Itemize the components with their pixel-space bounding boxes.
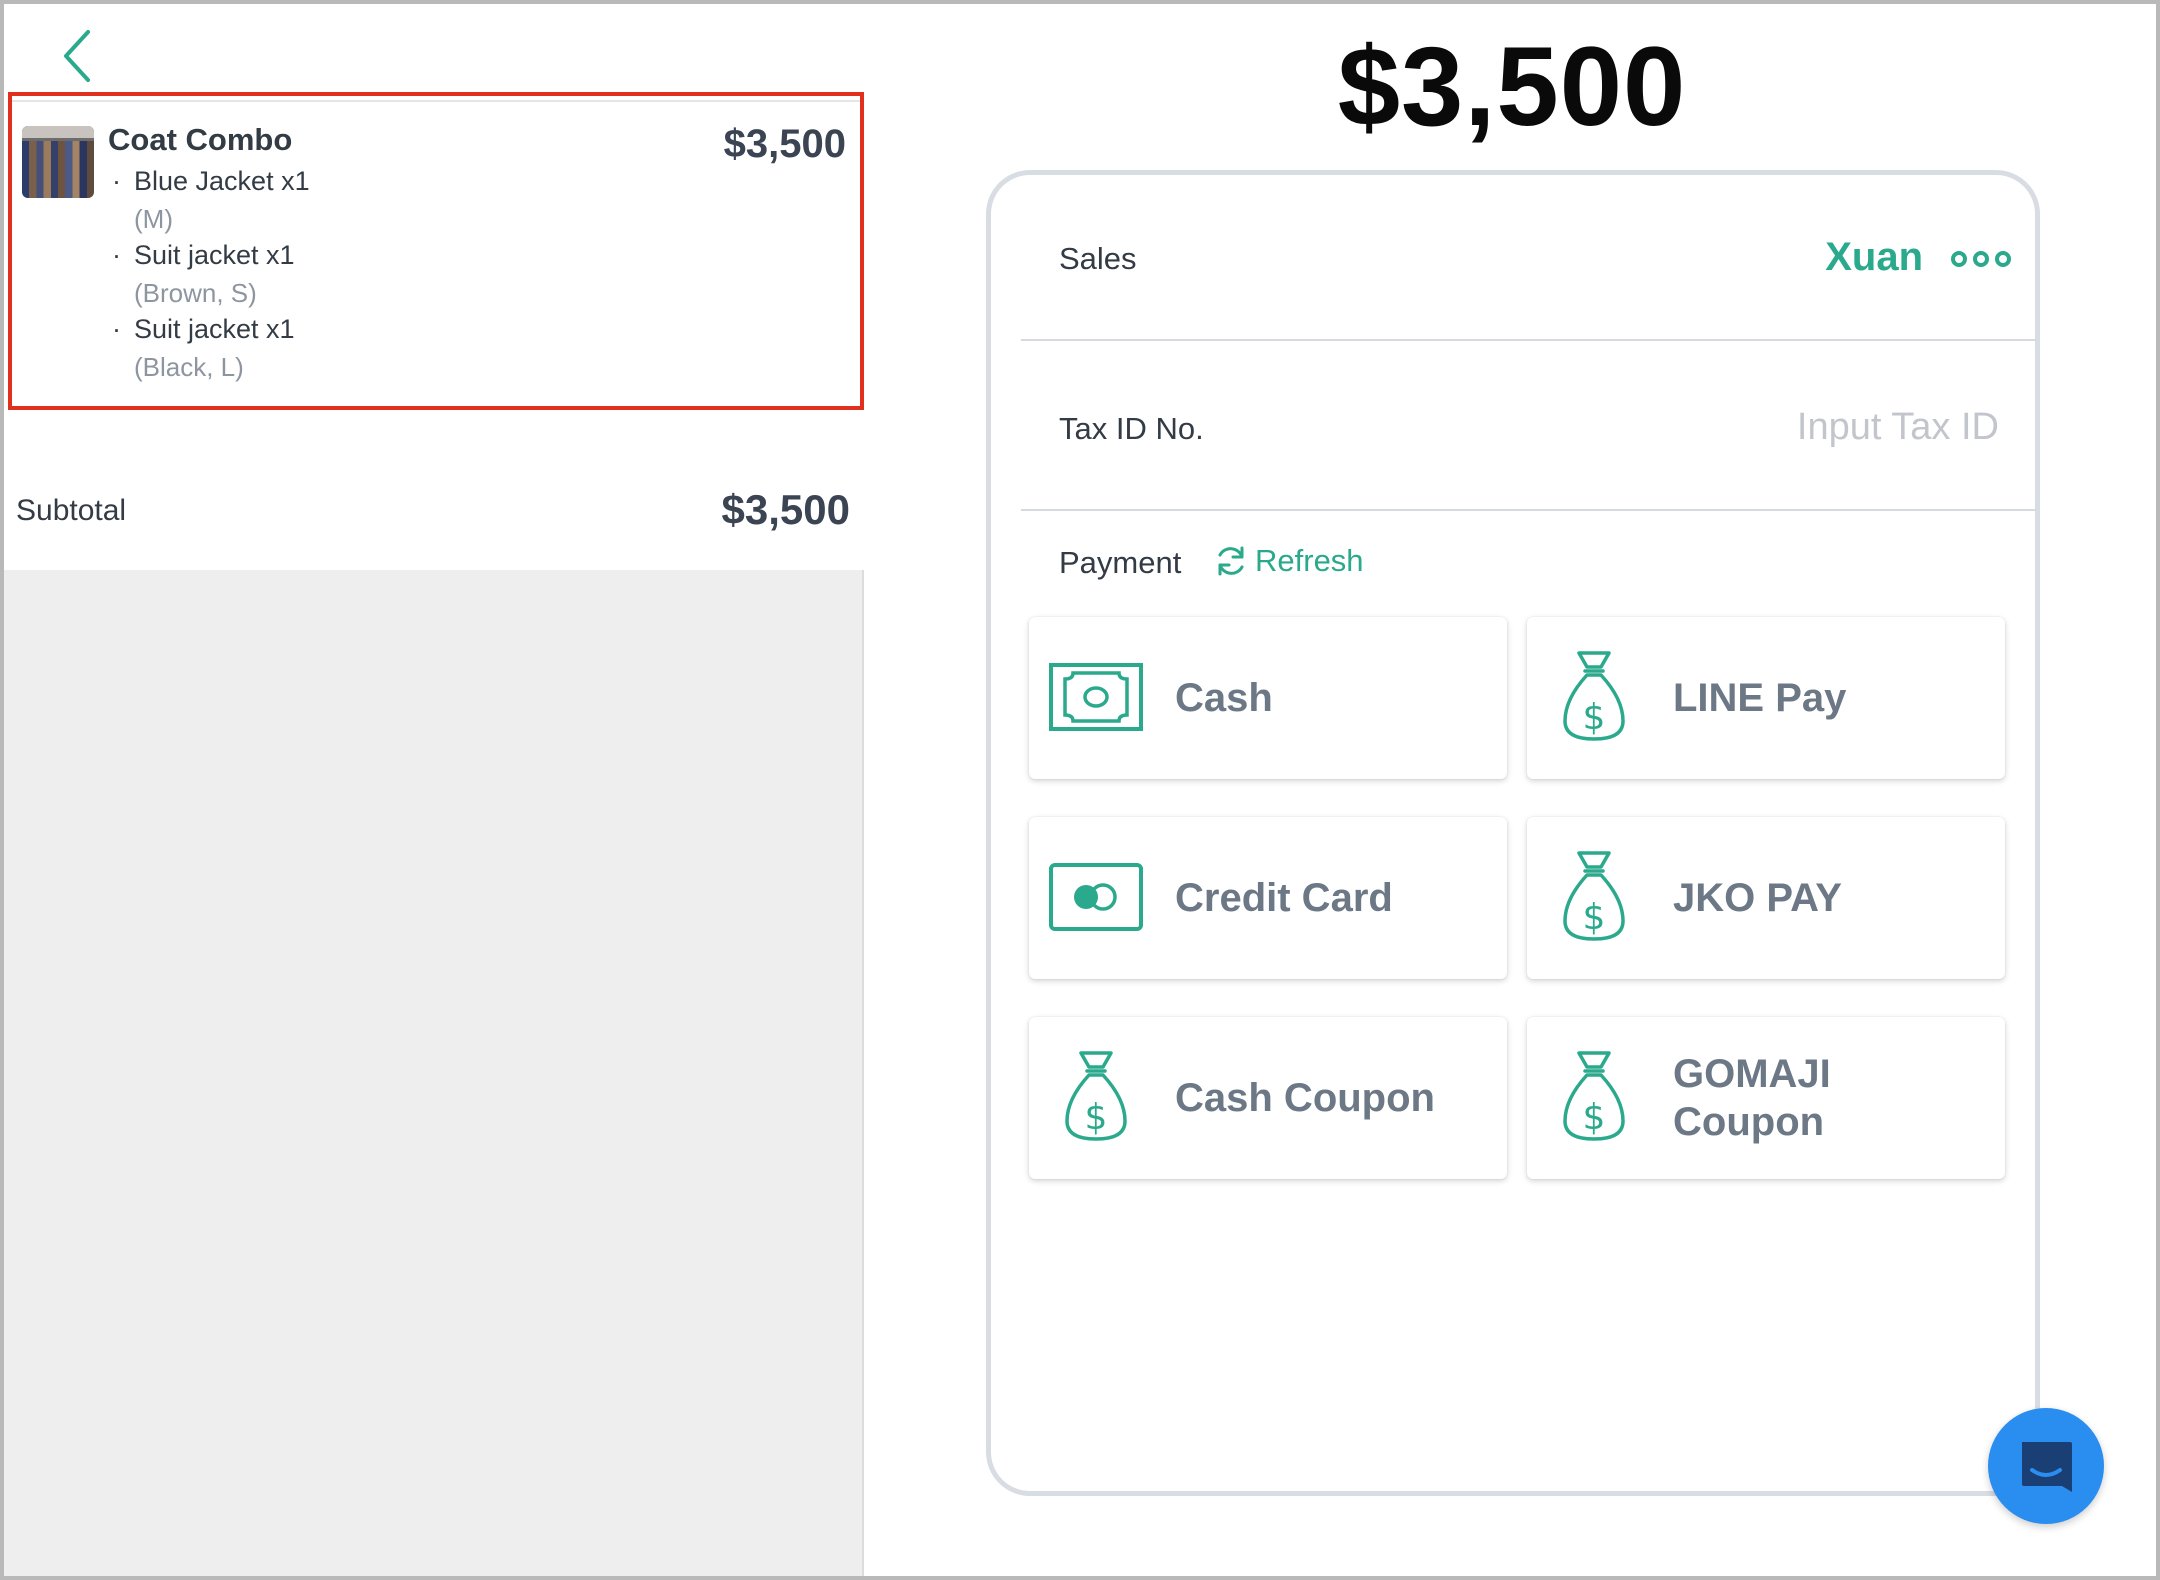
product-thumbnail [22, 126, 94, 198]
payment-label: Payment [1059, 545, 1182, 580]
payment-method-line-pay[interactable]: $ LINE Pay [1527, 617, 2005, 779]
sub-item-variant: (Black, L) [134, 352, 244, 382]
svg-text:$: $ [1583, 1097, 1606, 1138]
money-bag-icon: $ [1563, 651, 1625, 741]
back-button[interactable] [54, 26, 104, 86]
svg-text:$: $ [1583, 897, 1606, 938]
svg-text:$: $ [1583, 697, 1606, 738]
tax-id-input[interactable] [1499, 399, 1999, 455]
bullet-icon: · [112, 314, 121, 344]
payment-method-label: LINE Pay [1673, 676, 1847, 720]
money-bag-icon: $ [1563, 1051, 1625, 1141]
svg-text:$: $ [1085, 1097, 1108, 1138]
subtotal-value: $3,500 [721, 486, 850, 533]
sub-item-variant: (M) [134, 204, 173, 234]
payment-method-label: Cash [1175, 676, 1273, 720]
money-bag-icon: $ [1563, 851, 1625, 941]
sub-item-name: Suit jacket x1 [134, 240, 295, 270]
subtotal-row: Subtotal $3,500 [4, 452, 864, 570]
sub-item-name: Suit jacket x1 [134, 314, 295, 344]
payment-method-gomaji-coupon[interactable]: $ GOMAJI Coupon [1527, 1017, 2005, 1179]
money-bag-icon: $ [1065, 1051, 1127, 1141]
cash-bill-icon [1049, 663, 1143, 731]
total-amount: $3,500 [1337, 24, 1687, 149]
item-title: Coat Combo [108, 122, 293, 157]
payment-method-cash[interactable]: Cash [1029, 617, 1507, 779]
payment-method-label: Credit Card [1175, 876, 1393, 920]
payment-method-jko-pay[interactable]: $ JKO PAY [1527, 817, 2005, 979]
divider [1021, 339, 2037, 341]
chat-icon [2022, 1442, 2072, 1492]
bullet-icon: · [112, 166, 121, 196]
subtotal-label: Subtotal [16, 494, 127, 527]
chevron-left-icon [64, 30, 90, 82]
chat-button[interactable] [1988, 1408, 2104, 1524]
ellipsis-icon [1951, 251, 2011, 267]
tax-id-label: Tax ID No. [1059, 411, 1204, 446]
payment-method-label: Cash Coupon [1175, 1076, 1435, 1120]
item-price: $3,500 [723, 122, 846, 166]
sales-label: Sales [1059, 241, 1137, 276]
credit-card-icon [1049, 863, 1143, 931]
refresh-label: Refresh [1255, 543, 1364, 578]
payment-method-credit-card[interactable]: Credit Card [1029, 817, 1507, 979]
more-button[interactable] [1949, 249, 2013, 269]
order-panel: Coat Combo $3,500 · Blue Jacket x1 (M) · S… [4, 4, 864, 1576]
payment-method-cash-coupon[interactable]: $ Cash Coupon [1029, 1017, 1507, 1179]
payment-method-label: GOMAJI Coupon [1673, 1052, 1831, 1144]
refresh-icon [1218, 546, 1244, 576]
checkout-card: Sales Xuan Tax ID No. Payment Refresh Ca… [986, 170, 2040, 1496]
refresh-button[interactable]: Refresh [1213, 539, 1364, 583]
sub-item-name: Blue Jacket x1 [134, 166, 310, 196]
order-item-card[interactable]: Coat Combo $3,500 · Blue Jacket x1 (M) · S… [8, 92, 864, 410]
divider [1021, 509, 2037, 511]
order-items-area: Coat Combo $3,500 · Blue Jacket x1 (M) · S… [4, 4, 864, 452]
payment-method-label: JKO PAY [1673, 876, 1842, 920]
divider [12, 100, 860, 102]
sub-item-variant: (Brown, S) [134, 278, 257, 308]
bullet-icon: · [112, 240, 121, 270]
salesperson-name[interactable]: Xuan [1825, 235, 1923, 280]
